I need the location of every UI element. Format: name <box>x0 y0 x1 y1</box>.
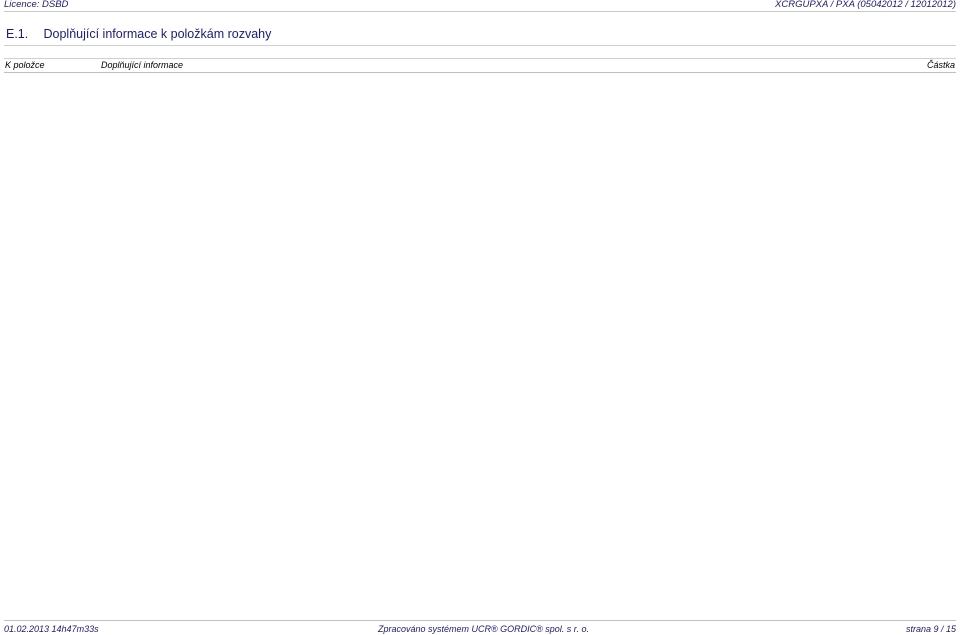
processed-by: Zpracováno systémem UCR® GORDIC® spol. s… <box>378 624 589 634</box>
page-header: Licence: DSBD XCRGUPXA / PXA (05042012 /… <box>4 0 956 11</box>
table-header: K položce Doplňující informace Částka <box>4 60 956 72</box>
footer-divider <box>4 620 956 621</box>
section-number: E.1. <box>6 27 29 41</box>
page-footer: 01.02.2013 14h47m33s Zpracováno systémem… <box>4 624 956 635</box>
table-header-top-rule <box>4 58 956 59</box>
print-timestamp: 01.02.2013 14h47m33s <box>4 624 99 634</box>
table-header-bottom-rule <box>4 72 956 73</box>
column-header-item: K položce <box>5 60 45 70</box>
licence-label: Licence: DSBD <box>4 0 69 10</box>
page-number: strana 9 / 15 <box>905 624 956 634</box>
section-divider <box>4 45 956 46</box>
column-header-amount: Částka <box>926 60 955 70</box>
section-title: Doplňující informace k položkám rozvahy <box>43 27 272 41</box>
document-id: XCRGUPXA / PXA (05042012 / 12012012) <box>775 0 956 10</box>
column-header-info: Doplňující informace <box>101 60 184 70</box>
header-divider <box>4 11 956 12</box>
section-heading: E.1. Doplňující informace k položkám roz… <box>6 26 271 42</box>
